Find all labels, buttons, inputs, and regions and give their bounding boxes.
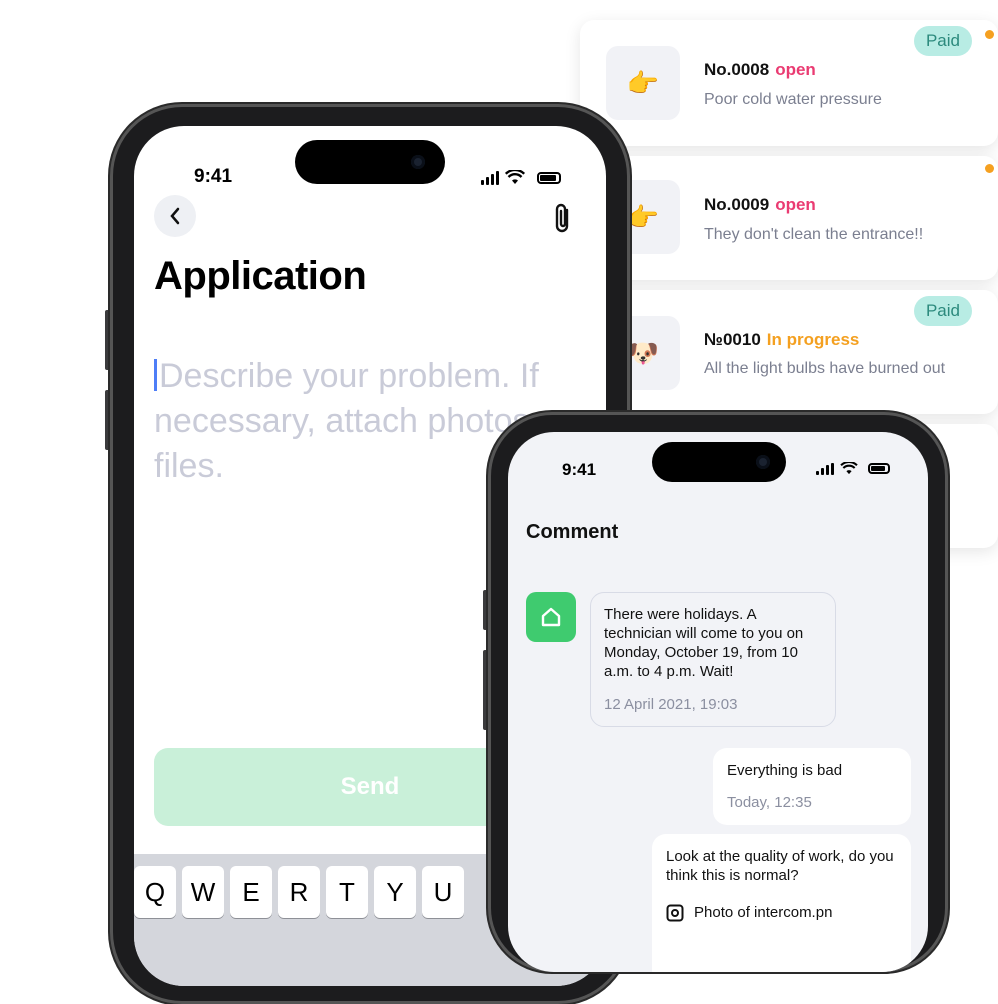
camera-icon [411, 155, 425, 169]
battery-icon [537, 171, 561, 184]
page-title: Application [154, 254, 367, 298]
status-icons [816, 462, 890, 475]
page-title: Comment [526, 521, 619, 543]
message-text: Look at the quality of work, do you thin… [666, 848, 894, 884]
home-icon [541, 607, 561, 627]
text-caret [154, 359, 157, 391]
ticket-status: open [775, 195, 816, 214]
paperclip-icon [555, 203, 569, 233]
wifi-icon [505, 170, 525, 184]
comment-phone: 9:41 Comment There were holidays. A tech… [488, 412, 948, 972]
key-e[interactable]: E [230, 866, 272, 918]
paid-badge: Paid [913, 296, 972, 326]
signal-icon [481, 170, 499, 185]
status-icons [481, 170, 561, 185]
message-time: Today, 12:35 [727, 794, 812, 811]
ticket-card-0010[interactable]: 🐶 №0010 In progress All the light bulbs h… [580, 290, 998, 414]
key-q[interactable]: Q [134, 866, 176, 918]
paid-badge: Paid [913, 26, 972, 56]
key-t[interactable]: T [326, 866, 368, 918]
pointing-hand-icon: 👉 [606, 46, 680, 120]
attachment[interactable]: Photo of intercom.pn [666, 903, 897, 922]
key-y[interactable]: Y [374, 866, 416, 918]
chevron-left-icon [170, 207, 180, 225]
key-u[interactable]: U [422, 866, 464, 918]
wifi-icon [840, 462, 858, 475]
battery-icon [868, 463, 890, 474]
ticket-number: No.0009 open [704, 195, 816, 214]
message-text: Everything is bad [727, 762, 843, 779]
unread-dot [985, 30, 994, 39]
attachment-name: Photo of intercom.pn [694, 904, 833, 921]
status-time: 9:41 [562, 460, 597, 479]
ticket-status: In progress [766, 330, 860, 349]
dynamic-island [295, 140, 445, 184]
key-r[interactable]: R [278, 866, 320, 918]
message-time: 12 April 2021, 19:03 [604, 696, 738, 713]
ticket-description: They don't clean the entrance!! [704, 226, 924, 243]
status-time: 9:41 [194, 166, 233, 187]
image-icon [666, 904, 684, 921]
ticket-description: All the light bulbs have burned out [704, 360, 946, 377]
message-outgoing: Look at the quality of work, do you thin… [652, 834, 911, 972]
attach-button[interactable] [552, 202, 574, 241]
company-avatar [526, 592, 576, 642]
dynamic-island [652, 442, 786, 482]
ticket-number: №0010 In progress [704, 330, 860, 349]
ticket-number: No.0008 open [704, 60, 816, 79]
message-text: There were holidays. A technician will c… [604, 606, 804, 680]
ticket-card-0008[interactable]: 👉 No.0008 open Poor cold water pressure P… [580, 20, 998, 146]
signal-icon [816, 462, 834, 475]
ticket-card-0009[interactable]: 👉 No.0009 open They don't clean the entra… [580, 156, 998, 280]
camera-icon [756, 455, 770, 469]
key-w[interactable]: W [182, 866, 224, 918]
ticket-description: Poor cold water pressure [704, 91, 882, 108]
unread-dot [985, 164, 994, 173]
back-button[interactable] [154, 195, 196, 237]
message-outgoing: Everything is bad Today, 12:35 [713, 748, 911, 825]
message-incoming: There were holidays. A technician will c… [590, 592, 836, 727]
ticket-status: open [775, 60, 816, 79]
comment-screen: 9:41 Comment There were holidays. A tech… [508, 432, 928, 972]
